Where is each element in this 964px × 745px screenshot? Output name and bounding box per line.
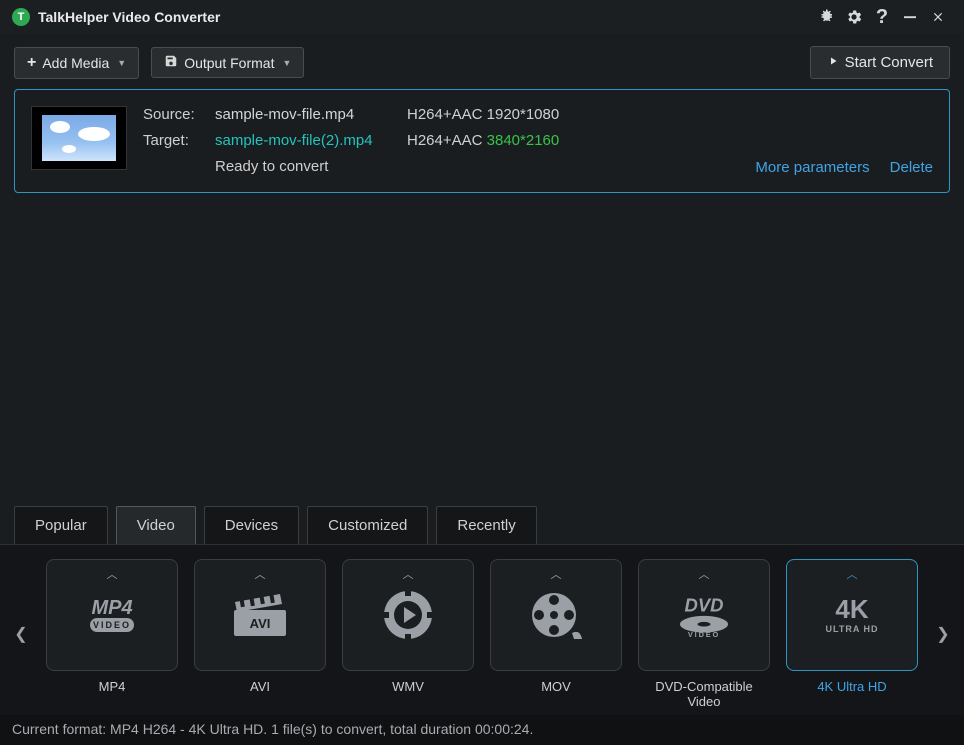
caret-down-icon: ▼ bbox=[117, 58, 126, 68]
help-icon[interactable]: ? bbox=[868, 3, 896, 31]
chevron-up-icon: ︿ bbox=[195, 566, 325, 582]
play-icon bbox=[827, 54, 839, 71]
format-tile-avi[interactable]: ︿ AVI bbox=[194, 559, 326, 671]
start-convert-button[interactable]: Start Convert bbox=[810, 46, 950, 79]
tab-popular[interactable]: Popular bbox=[14, 506, 108, 544]
svg-text:4K: 4K bbox=[835, 594, 868, 624]
chevron-up-icon: ︿ bbox=[491, 566, 621, 582]
format-card-4k: ︿ 4KULTRA HD 4K Ultra HD bbox=[786, 559, 918, 709]
mov-icon bbox=[520, 587, 592, 643]
target-filename: sample-mov-file(2).mp4 bbox=[215, 128, 393, 154]
file-details: Source: sample-mov-file.mp4 H264+AAC 192… bbox=[143, 102, 739, 180]
format-tile-4k[interactable]: ︿ 4KULTRA HD bbox=[786, 559, 918, 671]
source-filename: sample-mov-file.mp4 bbox=[215, 102, 393, 128]
format-card-wmv: ︿ WMV bbox=[342, 559, 474, 709]
format-card-dvd: ︿ DVD VIDEO DVD-Compatible Video bbox=[638, 559, 770, 709]
target-codec: H264+AAC 3840*2160 bbox=[407, 128, 559, 154]
mp4-icon: MP4VIDEO bbox=[76, 587, 148, 643]
scroll-left-icon[interactable]: ❮ bbox=[10, 624, 32, 644]
lower-panel: Popular Video Devices Customized Recentl… bbox=[0, 506, 964, 745]
format-card-mp4: ︿ MP4VIDEO MP4 bbox=[46, 559, 178, 709]
file-list: Source: sample-mov-file.mp4 H264+AAC 192… bbox=[0, 89, 964, 193]
tab-video[interactable]: Video bbox=[116, 506, 196, 544]
save-icon bbox=[164, 54, 178, 71]
chevron-up-icon: ︿ bbox=[639, 566, 769, 582]
svg-text:VIDEO: VIDEO bbox=[93, 620, 131, 630]
start-convert-label: Start Convert bbox=[845, 54, 933, 71]
minimize-icon[interactable] bbox=[896, 3, 924, 31]
format-tile-mp4[interactable]: ︿ MP4VIDEO bbox=[46, 559, 178, 671]
format-label-wmv: WMV bbox=[392, 679, 424, 709]
more-parameters-link[interactable]: More parameters bbox=[755, 159, 869, 176]
tab-customized[interactable]: Customized bbox=[307, 506, 428, 544]
svg-text:AVI: AVI bbox=[250, 616, 271, 631]
format-strip: ❮ ︿ MP4VIDEO MP4 ︿ AVI bbox=[0, 544, 964, 715]
format-label-mov: MOV bbox=[541, 679, 571, 709]
app-logo: T bbox=[12, 8, 30, 26]
format-label-avi: AVI bbox=[250, 679, 270, 709]
file-thumbnail bbox=[31, 106, 127, 170]
svg-text:DVD: DVD bbox=[685, 594, 724, 615]
wmv-icon bbox=[372, 587, 444, 643]
file-item[interactable]: Source: sample-mov-file.mp4 H264+AAC 192… bbox=[14, 89, 950, 193]
format-card-mov: ︿ MOV bbox=[490, 559, 622, 709]
format-tile-wmv[interactable]: ︿ bbox=[342, 559, 474, 671]
source-label: Source: bbox=[143, 102, 201, 128]
format-tile-mov[interactable]: ︿ bbox=[490, 559, 622, 671]
4k-icon: 4KULTRA HD bbox=[816, 587, 888, 643]
add-media-label: Add Media bbox=[42, 55, 109, 71]
output-format-button[interactable]: Output Format ▼ bbox=[151, 47, 304, 78]
format-tabs: Popular Video Devices Customized Recentl… bbox=[0, 506, 964, 544]
caret-down-icon: ▼ bbox=[282, 58, 291, 68]
status-bar: Current format: MP4 H264 - 4K Ultra HD. … bbox=[0, 715, 964, 745]
file-status: Ready to convert bbox=[215, 154, 739, 180]
gear-icon[interactable] bbox=[840, 3, 868, 31]
svg-text:ULTRA HD: ULTRA HD bbox=[826, 624, 879, 634]
delete-link[interactable]: Delete bbox=[890, 159, 933, 176]
format-label-4k: 4K Ultra HD bbox=[817, 679, 886, 709]
scroll-right-icon[interactable]: ❯ bbox=[932, 624, 954, 644]
tab-devices[interactable]: Devices bbox=[204, 506, 299, 544]
source-codec: H264+AAC 1920*1080 bbox=[407, 102, 559, 128]
toolbar: + Add Media ▼ Output Format ▼ Start Conv… bbox=[0, 34, 964, 89]
svg-text:MP4: MP4 bbox=[91, 597, 132, 619]
output-format-label: Output Format bbox=[184, 55, 274, 71]
format-label-dvd: DVD-Compatible Video bbox=[638, 679, 770, 709]
svg-text:VIDEO: VIDEO bbox=[688, 630, 720, 639]
dvd-icon: DVD VIDEO bbox=[668, 587, 740, 643]
chevron-up-icon: ︿ bbox=[47, 566, 177, 582]
format-card-avi: ︿ AVI AVI bbox=[194, 559, 326, 709]
avi-icon: AVI bbox=[224, 587, 296, 643]
close-icon[interactable] bbox=[924, 3, 952, 31]
format-label-mp4: MP4 bbox=[99, 679, 126, 709]
app-title: TalkHelper Video Converter bbox=[38, 9, 220, 25]
target-resolution: 3840*2160 bbox=[487, 132, 560, 149]
titlebar: T TalkHelper Video Converter ? bbox=[0, 0, 964, 34]
file-actions: More parameters Delete bbox=[755, 159, 933, 180]
chevron-up-icon: ︿ bbox=[787, 566, 917, 582]
chevron-up-icon: ︿ bbox=[343, 566, 473, 582]
tab-recently[interactable]: Recently bbox=[436, 506, 536, 544]
target-label: Target: bbox=[143, 128, 201, 154]
add-media-button[interactable]: + Add Media ▼ bbox=[14, 47, 139, 79]
format-tile-dvd[interactable]: ︿ DVD VIDEO bbox=[638, 559, 770, 671]
plus-icon: + bbox=[27, 54, 36, 72]
bug-icon[interactable] bbox=[812, 3, 840, 31]
